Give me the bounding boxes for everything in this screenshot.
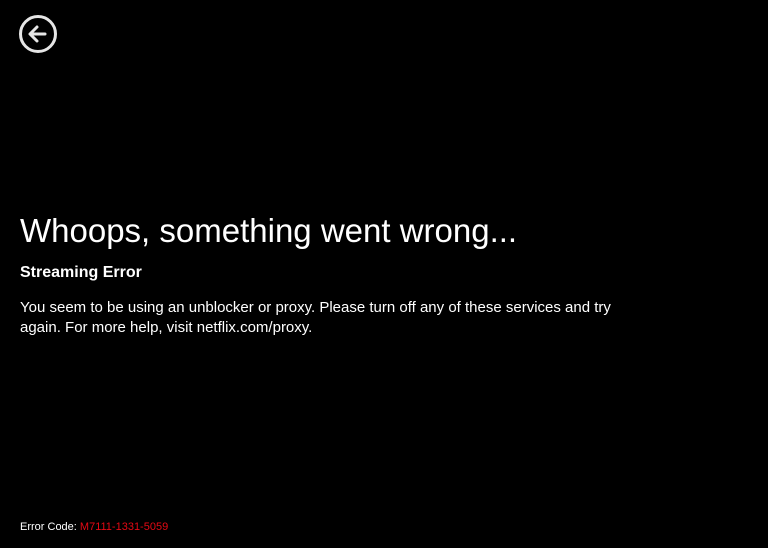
error-content: Whoops, something went wrong... Streamin… (20, 210, 640, 338)
error-headline: Whoops, something went wrong... (20, 212, 518, 249)
error-code-label: Error Code: (20, 521, 77, 533)
error-code-line: Error Code: M7111-1331-5059 (20, 520, 168, 534)
error-code-value: M7111-1331-5059 (79, 521, 169, 533)
error-subtitle: Streaming Error (20, 264, 142, 281)
error-screen: Whoops, something went wrong... Streamin… (0, 0, 768, 548)
back-button[interactable] (18, 14, 58, 54)
error-message: You seem to be using an unblocker or pro… (20, 299, 611, 336)
back-arrow-circle-icon (19, 15, 57, 53)
